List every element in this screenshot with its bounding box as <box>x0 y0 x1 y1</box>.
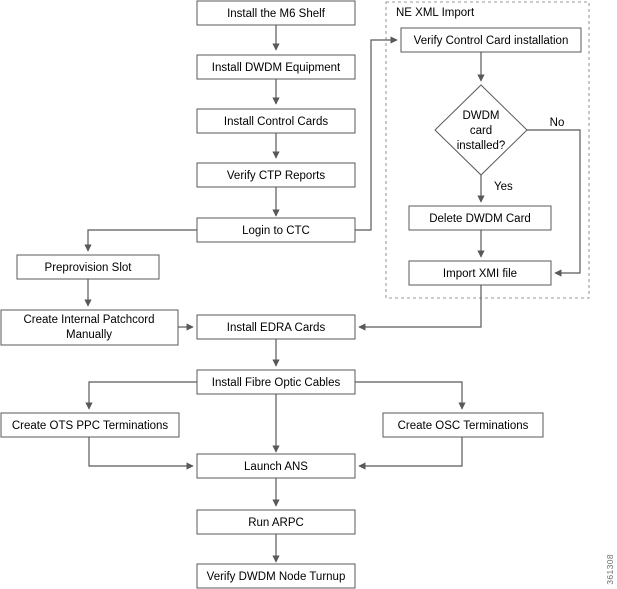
node-label-create-patchcord-line2: Manually <box>66 329 112 341</box>
edge-importxmi-to-installedra <box>358 285 482 331</box>
node-label-install-fibre-optic-cables: Install Fibre Optic Cables <box>212 377 341 389</box>
node-create-internal-patchcord-manually[interactable]: Create Internal Patchcord Manually <box>0 309 179 346</box>
node-label-launch-ans: Launch ANS <box>244 461 308 473</box>
figure-id-label: 361308 <box>605 554 615 585</box>
node-label-create-osc-terminations: Create OSC Terminations <box>398 420 529 432</box>
node-label-login-to-ctc: Login to CTC <box>242 225 310 237</box>
node-label-preprovision-slot: Preprovision Slot <box>45 262 133 274</box>
node-verify-ctp-reports[interactable]: Verify CTP Reports <box>196 162 356 188</box>
edge-installfibre-to-createotsppc <box>85 381 197 410</box>
node-install-m6-shelf[interactable]: Install the M6 Shelf <box>196 0 356 26</box>
node-label-delete-dwdm-card: Delete DWDM Card <box>429 213 531 225</box>
node-launch-ans[interactable]: Launch ANS <box>196 453 356 479</box>
edge-logintoctc-to-preprovisionslot <box>84 229 197 252</box>
node-label-install-control-cards: Install Control Cards <box>224 116 328 128</box>
flowchart-canvas: NE XML Import Yes No Install the M6 Shel… <box>0 0 617 589</box>
node-label-verify-dwdm-node-turnup: Verify DWDM Node Turnup <box>207 571 346 583</box>
node-label-import-xmi-file: Import XMI file <box>443 268 517 280</box>
node-install-control-cards[interactable]: Install Control Cards <box>196 108 356 134</box>
node-install-fibre-optic-cables[interactable]: Install Fibre Optic Cables <box>196 369 356 395</box>
node-label-verify-ctp-reports: Verify CTP Reports <box>227 170 325 182</box>
node-delete-dwdm-card[interactable]: Delete DWDM Card <box>408 205 552 231</box>
node-label-install-dwdm-equipment: Install DWDM Equipment <box>212 62 341 74</box>
node-verify-control-card-installation[interactable]: Verify Control Card installation <box>400 27 582 53</box>
edge-label-no: No <box>550 117 565 129</box>
edge-createosc-to-launchans <box>358 437 463 470</box>
node-dwdm-card-installed-decision[interactable]: DWDM card installed? <box>434 84 528 176</box>
node-verify-dwdm-node-turnup[interactable]: Verify DWDM Node Turnup <box>196 563 356 589</box>
group-label-ne-xml-import: NE XML Import <box>396 7 475 19</box>
edge-decision-no-to-importxmi <box>527 129 581 277</box>
node-run-arpc[interactable]: Run ARPC <box>196 509 356 535</box>
edge-label-yes: Yes <box>494 181 513 193</box>
node-login-to-ctc[interactable]: Login to CTC <box>196 217 356 243</box>
node-preprovision-slot[interactable]: Preprovision Slot <box>16 254 160 280</box>
node-create-ots-ppc-terminations[interactable]: Create OTS PPC Terminations <box>0 412 180 438</box>
edge-logintoctc-to-verifycontrolcard <box>355 36 398 231</box>
node-label-create-ots-ppc-terminations: Create OTS PPC Terminations <box>12 420 169 432</box>
flowchart-svg: NE XML Import Yes No Install the M6 Shel… <box>0 0 590 589</box>
node-install-edra-cards[interactable]: Install EDRA Cards <box>196 314 356 340</box>
node-import-xmi-file[interactable]: Import XMI file <box>408 260 552 286</box>
edge-installfibre-to-createosc <box>355 381 466 410</box>
node-label-verify-control-card-installation: Verify Control Card installation <box>414 35 569 47</box>
node-label-run-arpc: Run ARPC <box>248 517 304 529</box>
node-create-osc-terminations[interactable]: Create OSC Terminations <box>382 412 544 438</box>
node-label-decision-line3: installed? <box>457 140 506 152</box>
node-label-decision-line1: DWDM <box>462 110 499 122</box>
node-label-create-patchcord-line1: Create Internal Patchcord <box>23 314 154 326</box>
node-label-install-m6-shelf: Install the M6 Shelf <box>227 8 326 20</box>
node-label-decision-line2: card <box>470 125 492 137</box>
node-install-dwdm-equipment[interactable]: Install DWDM Equipment <box>196 54 356 80</box>
node-label-install-edra-cards: Install EDRA Cards <box>227 322 326 334</box>
edge-createotsppc-to-launchans <box>88 437 194 470</box>
